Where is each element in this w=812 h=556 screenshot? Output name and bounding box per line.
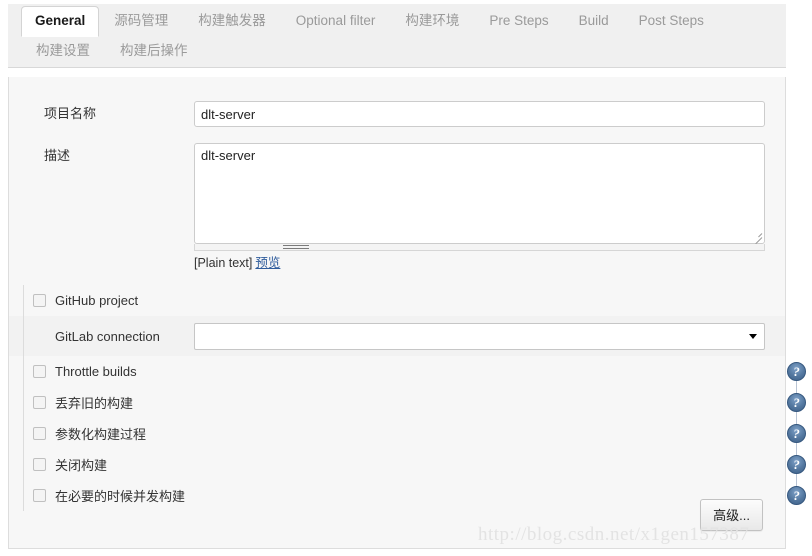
advanced-button[interactable]: 高级...	[700, 499, 763, 531]
config-panel: 项目名称 描述 [Plain text]预览	[8, 77, 806, 549]
checkbox-row-parameterized-build[interactable]: 参数化构建过程	[9, 418, 785, 449]
tab-bar: General 源码管理 构建触发器 Optional filter 构建环境 …	[8, 4, 786, 68]
panel-footer: 高级...	[700, 499, 763, 531]
config-form: 项目名称 描述 [Plain text]预览	[9, 77, 806, 511]
tab-general[interactable]: General	[21, 6, 100, 37]
checkbox-row-github-project[interactable]: GitHub project	[9, 285, 785, 316]
gitlab-connection-select-wrap	[194, 322, 765, 350]
markup-type-line: [Plain text] 预览	[194, 255, 765, 271]
help-anchored-options: ? ? ? ? ? Throttle builds 丢弃旧的构建 参数化构建过程	[9, 356, 806, 511]
description-textarea-wrap	[194, 143, 765, 245]
tab-build-environment[interactable]: 构建环境	[390, 6, 474, 37]
parameterized-build-label: 参数化构建过程	[55, 427, 147, 442]
description-drag-bar[interactable]	[194, 244, 765, 251]
tab-source-management[interactable]: 源码管理	[99, 6, 183, 37]
preview-link[interactable]: 预览	[255, 256, 280, 270]
checkbox-row-discard-old-builds[interactable]: 丢弃旧的构建	[9, 387, 785, 418]
drag-grip-icon	[283, 245, 309, 249]
field-row-project-name: 项目名称	[9, 101, 785, 127]
help-icon-throttle-builds[interactable]: ?	[787, 362, 806, 381]
tab-build-settings[interactable]: 构建设置	[21, 36, 105, 67]
disable-build-label: 关闭构建	[55, 458, 108, 473]
concurrent-builds-label: 在必要的时候并发构建	[55, 489, 186, 504]
description-textarea[interactable]	[194, 143, 765, 244]
discard-old-builds-checkbox[interactable]	[33, 396, 46, 409]
tab-build-triggers[interactable]: 构建触发器	[183, 6, 281, 37]
help-icon-discard-old-builds[interactable]: ?	[787, 393, 806, 412]
disable-build-checkbox[interactable]	[33, 458, 46, 471]
chevron-down-icon[interactable]	[749, 333, 757, 339]
github-project-label: GitHub project	[55, 293, 139, 308]
project-name-field-wrap	[194, 101, 785, 127]
help-icon-disable-build[interactable]: ?	[787, 455, 806, 474]
help-icon-parameterized-build[interactable]: ?	[787, 424, 806, 443]
description-field-wrap: [Plain text]预览	[194, 143, 785, 271]
options-section: GitHub project GitLab connection ? ? ? ?…	[9, 285, 806, 511]
tab-row-primary: General 源码管理 构建触发器 Optional filter 构建环境 …	[8, 4, 786, 37]
checkbox-row-disable-build[interactable]: 关闭构建	[9, 449, 785, 480]
concurrent-builds-checkbox[interactable]	[33, 489, 46, 502]
help-icon-column: ? ? ? ? ?	[787, 356, 807, 511]
field-row-description: 描述 [Plain text]预览	[9, 143, 785, 271]
project-name-label: 项目名称	[44, 106, 97, 121]
help-icon-concurrent-builds[interactable]: ?	[787, 486, 806, 505]
tab-pre-steps[interactable]: Pre Steps	[474, 6, 563, 37]
parameterized-build-checkbox[interactable]	[33, 427, 46, 440]
checkbox-row-concurrent-builds[interactable]: 在必要的时候并发构建	[9, 480, 785, 511]
tab-post-build-actions[interactable]: 构建后操作	[105, 36, 203, 67]
gitlab-connection-label: GitLab connection	[55, 328, 160, 344]
checkbox-row-throttle-builds[interactable]: Throttle builds	[9, 356, 785, 387]
markup-type-label: [Plain text]	[194, 256, 253, 270]
throttle-builds-label: Throttle builds	[55, 364, 137, 379]
gitlab-connection-row: GitLab connection	[9, 316, 785, 356]
tab-post-steps[interactable]: Post Steps	[624, 6, 719, 37]
row-spacer	[9, 127, 785, 143]
gitlab-connection-select[interactable]	[194, 322, 765, 350]
project-name-input[interactable]	[194, 101, 765, 127]
discard-old-builds-label: 丢弃旧的构建	[55, 396, 134, 411]
github-project-checkbox[interactable]	[33, 294, 46, 307]
tab-build[interactable]: Build	[564, 6, 624, 37]
tab-optional-filter[interactable]: Optional filter	[281, 6, 391, 37]
throttle-builds-checkbox[interactable]	[33, 365, 46, 378]
description-label: 描述	[44, 148, 71, 163]
tab-row-secondary: 构建设置 构建后操作	[8, 37, 786, 67]
